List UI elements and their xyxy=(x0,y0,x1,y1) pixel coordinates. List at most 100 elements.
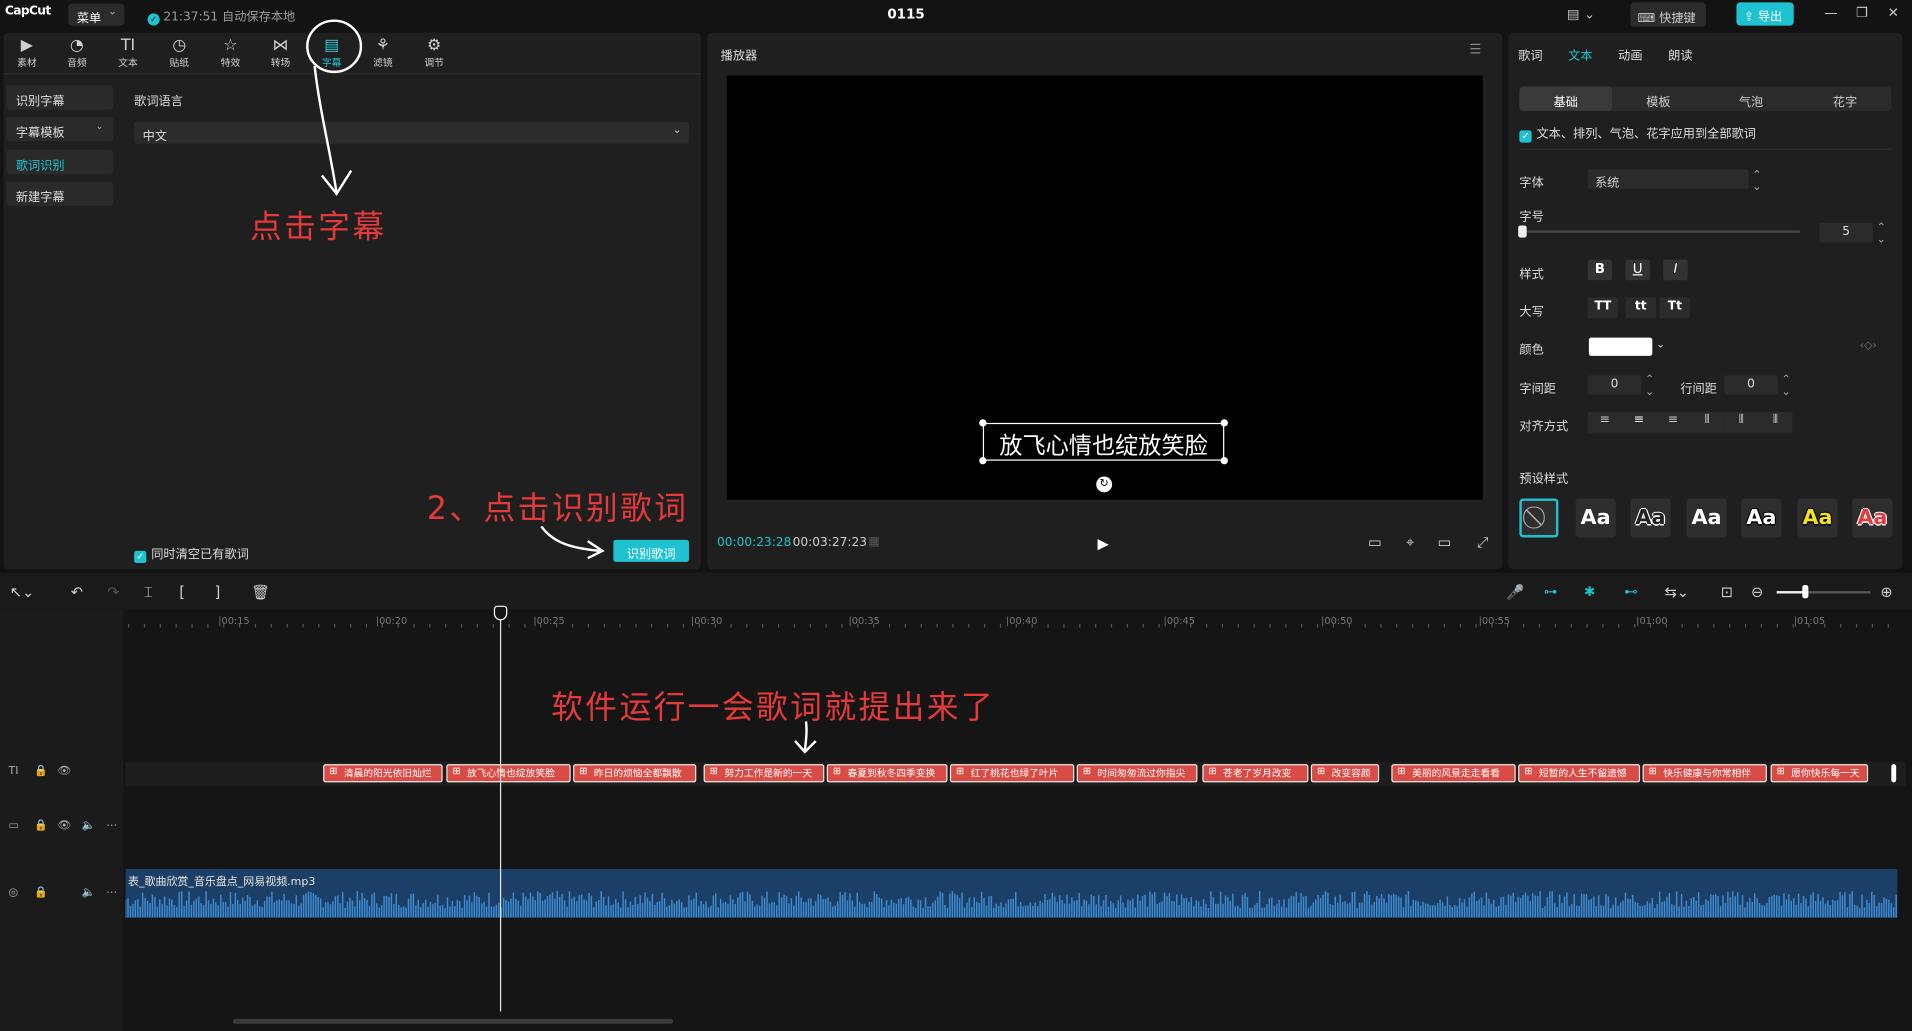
volume-icon[interactable]: 🔈 xyxy=(82,887,96,899)
tab-lyrics[interactable]: 歌词 xyxy=(1518,45,1542,63)
more-icon[interactable]: ⋯ xyxy=(106,887,117,899)
focus-icon[interactable]: ⌖ xyxy=(1406,534,1414,552)
lock-icon[interactable]: 🔒 xyxy=(34,765,48,777)
minimize-icon[interactable]: — xyxy=(1824,5,1837,21)
tool-adjust[interactable]: ⚙ 调节 xyxy=(412,37,456,74)
stepper-icon[interactable]: ⌃ ⌄ xyxy=(1645,374,1654,398)
chevron-down-icon[interactable]: ⌄ xyxy=(1656,339,1665,351)
preset-style-3[interactable]: Aa xyxy=(1686,498,1727,538)
lyric-clip[interactable]: 美丽的风景走走看看 xyxy=(1391,764,1516,783)
lyric-clip[interactable]: 努力工作是新的一天 xyxy=(703,764,825,783)
lock-icon[interactable]: 🔒 xyxy=(34,887,48,899)
nav-auto-captions[interactable]: 识别字幕 xyxy=(6,85,114,110)
menu-lines-icon[interactable]: ☰ xyxy=(1469,41,1481,57)
undo-icon[interactable]: ↶ xyxy=(71,584,83,601)
delete-icon[interactable]: 🗑 xyxy=(251,584,270,601)
quality-icon[interactable]: ▭ xyxy=(1368,534,1382,551)
lyric-clip[interactable]: 放飞心情也绽放笑脸 xyxy=(446,764,571,783)
preset-style-4[interactable]: Aa xyxy=(1741,498,1782,538)
apply-all-checkbox[interactable]: ✓ 文本、排列、气泡、花字应用到全部歌词 xyxy=(1519,123,1756,143)
lyric-clip[interactable]: 昨日的烦恼全都飘散 xyxy=(573,764,697,783)
lyric-clip-edge[interactable] xyxy=(1891,764,1897,783)
align-center-icon[interactable]: ≡ xyxy=(1621,411,1656,433)
lyrics-language-select[interactable]: 中文 ⌄ xyxy=(134,121,689,144)
maximize-icon[interactable]: ❐ xyxy=(1856,5,1868,21)
tool-sticker[interactable]: ◷ 贴纸 xyxy=(157,37,201,74)
lyric-clip[interactable]: 清晨的阳光依旧灿烂 xyxy=(323,764,443,783)
tool-effects[interactable]: ☆ 特效 xyxy=(209,37,253,74)
lyric-clip[interactable]: 苍老了岁月改变 xyxy=(1202,764,1309,783)
tab-text[interactable]: 文本 xyxy=(1568,45,1592,63)
zoom-slider-handle[interactable] xyxy=(1802,584,1809,599)
titlecase-button[interactable]: Tt xyxy=(1659,297,1691,319)
resize-handle[interactable] xyxy=(979,419,987,427)
preview-axis-icon[interactable]: ⇆⌄ xyxy=(1664,584,1689,601)
fullscreen-icon[interactable]: ⤢ xyxy=(1477,534,1489,552)
menu-button[interactable]: 菜单 ⌄ xyxy=(68,3,125,26)
size-slider-handle[interactable] xyxy=(1518,225,1527,238)
italic-button[interactable]: I xyxy=(1663,259,1688,281)
lyric-clip[interactable]: 红了桃花也绿了叶片 xyxy=(949,764,1075,783)
redo-icon[interactable]: ↷ xyxy=(107,584,119,601)
align-left-icon[interactable]: ≡ xyxy=(1587,411,1622,433)
snap-icon[interactable]: ✱ xyxy=(1584,584,1595,600)
resize-handle[interactable] xyxy=(1220,457,1228,465)
horizontal-scrollbar[interactable] xyxy=(232,1018,674,1024)
ratio-icon[interactable]: ▭ xyxy=(1438,534,1452,551)
trim-right-icon[interactable]: ] xyxy=(215,584,221,601)
preset-style-6[interactable]: Aa xyxy=(1852,498,1893,538)
nav-caption-templates[interactable]: 字幕模板 ⌄ xyxy=(6,116,114,142)
clear-existing-checkbox[interactable]: ✓ 同时清空已有歌词 xyxy=(134,544,249,564)
line-spacing-input[interactable]: 0 xyxy=(1724,375,1778,395)
preset-style-5[interactable]: Aa xyxy=(1797,498,1838,538)
shortcut-button[interactable]: ⌨ 快捷键 xyxy=(1630,2,1706,27)
tool-audio[interactable]: ◔ 音频 xyxy=(55,37,99,74)
lock-icon[interactable]: 🔒 xyxy=(34,820,48,832)
lyric-clip[interactable]: 改变容颜 xyxy=(1310,764,1380,783)
tool-media[interactable]: ▶ 素材 xyxy=(5,37,49,74)
caption-overlay[interactable]: 放飞心情也绽放笑脸 xyxy=(979,419,1228,465)
zoom-out-icon[interactable]: ⊖ xyxy=(1751,584,1763,601)
eye-icon[interactable]: 👁 xyxy=(57,820,71,832)
align-right-icon[interactable]: ≡ xyxy=(1655,411,1691,433)
font-select[interactable]: 系统 xyxy=(1587,169,1749,190)
nav-new-caption[interactable]: 新建字幕 xyxy=(6,181,114,206)
preset-style-2[interactable]: Aa xyxy=(1630,498,1671,538)
stepper-icon[interactable]: ⌃ ⌄ xyxy=(1782,374,1791,398)
bold-button[interactable]: B xyxy=(1587,259,1613,281)
segment-basic[interactable]: 基础 xyxy=(1519,86,1613,111)
stepper-icon[interactable]: ⌃ ⌄ xyxy=(1752,169,1761,193)
uppercase-button[interactable]: TT xyxy=(1587,297,1619,319)
lyric-clip[interactable]: 愿你快乐每一天 xyxy=(1770,764,1869,783)
link-main-track-icon[interactable]: ⊶ xyxy=(1544,584,1557,600)
playhead-handle[interactable] xyxy=(493,605,508,621)
close-icon[interactable]: ✕ xyxy=(1888,5,1899,21)
lowercase-button[interactable]: tt xyxy=(1625,297,1656,319)
rotate-icon[interactable]: ↻ xyxy=(1096,476,1113,493)
export-button[interactable]: ⇪ 导出 xyxy=(1736,2,1794,26)
microphone-icon[interactable]: 🎤 xyxy=(1506,584,1524,601)
lyric-clip[interactable]: 短暂的人生不留遗憾 xyxy=(1518,764,1641,783)
stepper-icon[interactable]: ⌃ ⌄ xyxy=(1877,222,1886,246)
segment-fancy-text[interactable]: 花字 xyxy=(1799,87,1892,111)
grid-icon[interactable]: ▦ xyxy=(868,535,880,548)
segment-bubble[interactable]: 气泡 xyxy=(1705,87,1798,111)
layout-icon[interactable]: ▤ ⌄ xyxy=(1567,6,1595,22)
play-icon[interactable]: ▶ xyxy=(1097,535,1108,552)
tool-text[interactable]: TI 文本 xyxy=(106,37,150,74)
lyric-clip[interactable]: 时间匆匆流过你指尖 xyxy=(1076,764,1198,783)
char-spacing-input[interactable]: 0 xyxy=(1587,375,1642,395)
keyframe-icon[interactable]: ‹◇› xyxy=(1860,340,1877,352)
lyric-clip[interactable]: 快乐健康与你常相伴 xyxy=(1642,764,1767,783)
color-swatch[interactable] xyxy=(1588,337,1653,356)
more-icon[interactable]: ⋯ xyxy=(106,820,117,832)
size-slider[interactable] xyxy=(1521,230,1800,233)
underline-button[interactable]: U xyxy=(1625,259,1650,281)
segment-template[interactable]: 模板 xyxy=(1612,87,1705,111)
vertical-top-icon[interactable]: ⦀ xyxy=(1690,411,1725,433)
resize-handle[interactable] xyxy=(1220,419,1228,427)
recognize-lyrics-button[interactable]: 识别歌词 xyxy=(613,539,689,562)
trim-left-icon[interactable]: [ xyxy=(179,584,185,601)
size-input[interactable]: 5 xyxy=(1819,223,1873,243)
playhead[interactable] xyxy=(499,606,502,1012)
